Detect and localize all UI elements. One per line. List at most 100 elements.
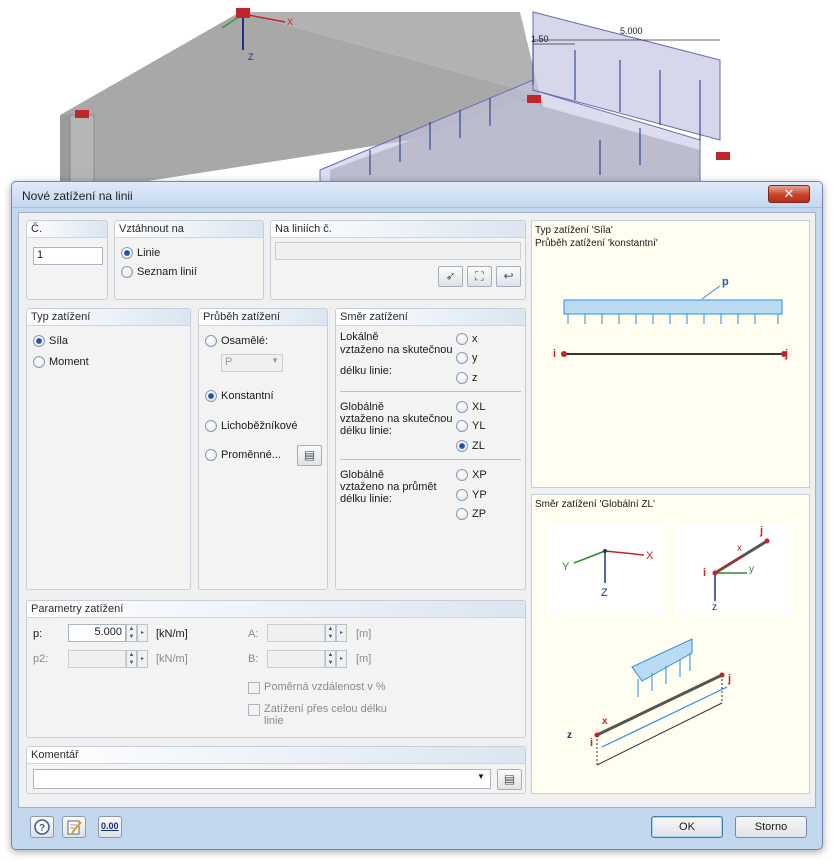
relate-line-list-radio[interactable]: [121, 266, 133, 278]
model-3d-view: [60, 8, 730, 191]
dir-yl-radio[interactable]: [456, 420, 468, 432]
axis-x-label: X: [287, 17, 294, 27]
dir-xp-radio[interactable]: [456, 469, 468, 481]
dir-x-radio[interactable]: [456, 333, 468, 345]
undo-selection-icon[interactable]: ↩: [496, 266, 521, 287]
p-menu-arrow[interactable]: ▸: [137, 624, 148, 642]
dist-variable-radio[interactable]: [205, 449, 217, 461]
preview-type-line1: Typ zatížení 'Síla': [535, 225, 613, 236]
relate-line-radio[interactable]: [121, 247, 133, 259]
local-i-label: i: [703, 567, 707, 579]
cancel-button[interactable]: Storno: [735, 816, 807, 838]
ok-button[interactable]: OK: [651, 816, 723, 838]
b-label: B:: [248, 653, 259, 665]
units-icon[interactable]: 0.00: [98, 816, 122, 838]
p2-input[interactable]: [68, 650, 126, 668]
edit-notes-icon[interactable]: [62, 816, 86, 838]
b-unit: [m]: [356, 653, 372, 665]
a-spinner[interactable]: ▲ ▼: [325, 624, 336, 642]
dir-local-line1: Lokálně: [340, 331, 379, 343]
preview-direction-title: Směr zatížení 'Globální ZL': [535, 499, 655, 510]
load-type-preview: Typ zatížení 'Síla' Průběh zatížení 'kon…: [531, 220, 810, 488]
preview-type-line2: Průběh zatížení 'konstantní': [535, 238, 658, 249]
dir-yl-label: YL: [472, 420, 486, 432]
relate-line-list-label: Seznam linií: [137, 266, 197, 278]
dir-global-line2: vztaženo na skutečnou: [340, 413, 453, 425]
dist-variable-label: Proměnné...: [221, 449, 281, 461]
global-axes-panel: X Y Z: [548, 523, 664, 615]
load-distribution-group: Průběh zatížení Osamělé: P ▼ Konstantní …: [198, 308, 328, 590]
pick-line-icon[interactable]: ➶: [438, 266, 463, 287]
dialog-titlebar[interactable]: Nové zatížení na linii ✕: [12, 182, 822, 208]
p-spinner[interactable]: ▲ ▼: [126, 624, 137, 642]
dir-y-label: y: [472, 352, 478, 364]
b-menu-arrow[interactable]: ▸: [336, 650, 347, 668]
local-axes-diagram: [712, 538, 770, 601]
b-input[interactable]: [267, 650, 325, 668]
global-y-label: Y: [562, 561, 570, 573]
load-distribution-title: Průběh zatížení: [199, 309, 327, 326]
lines-input[interactable]: [275, 242, 521, 260]
dir-y-radio[interactable]: [456, 352, 468, 364]
dir-zl-label: ZL: [472, 440, 485, 452]
load-direction-group: Směr zatížení Lokálně vztaženo na skuteč…: [335, 308, 526, 590]
dist-single-label: Osamělé:: [221, 335, 269, 347]
help-icon[interactable]: ?: [30, 816, 54, 838]
on-lines-group: Na liniích č. ➶ ⛶ ↩: [270, 220, 526, 300]
axis-z-label: Z: [248, 52, 254, 62]
local-axes-panel: x y z i j: [675, 523, 791, 615]
p-input[interactable]: 5.000: [68, 624, 126, 642]
comment-title: Komentář: [27, 747, 525, 764]
dir-z-label: z: [472, 372, 478, 384]
full-length-line2: linie: [264, 715, 284, 727]
load-type-moment-label: Moment: [49, 356, 89, 368]
edit-variable-icon[interactable]: ▤: [297, 445, 322, 466]
global-z-label: Z: [601, 587, 608, 599]
load-params-group: Parametry zatížení p: 5.000 ▲ ▼ ▸ [kN/m] …: [26, 600, 526, 738]
a-input[interactable]: [267, 624, 325, 642]
dist-trapezoid-label: Lichoběžníkové: [221, 420, 298, 432]
close-button[interactable]: ✕: [768, 185, 810, 203]
dist-trapezoid-radio[interactable]: [205, 420, 217, 432]
relative-distance-checkbox[interactable]: [248, 682, 260, 694]
model-viewport[interactable]: Z X 1.50 5.000: [0, 0, 839, 191]
full-length-checkbox[interactable]: [248, 704, 260, 716]
preview-j-label: j: [785, 348, 789, 360]
dir-z-radio[interactable]: [456, 372, 468, 384]
pick-multiple-icon[interactable]: ⛶: [467, 266, 492, 287]
edit-notes-icon-glyph: [67, 820, 82, 835]
comment-library-icon[interactable]: ▤: [497, 769, 522, 790]
dist-constant-radio[interactable]: [205, 390, 217, 402]
b-spinner[interactable]: ▲ ▼: [325, 650, 336, 668]
dist-single-select[interactable]: P ▼: [221, 354, 283, 372]
chevron-down-icon: ▼: [271, 356, 279, 365]
dir-yp-label: YP: [472, 489, 487, 501]
dir-separator-1: [340, 391, 521, 392]
p2-spinner[interactable]: ▲ ▼: [126, 650, 137, 668]
load-type-moment-radio[interactable]: [33, 356, 45, 368]
new-line-load-dialog: Nové zatížení na linii ✕ Č. 1 Vztáhnout …: [11, 181, 823, 850]
global-x-label: X: [646, 550, 654, 562]
dir-xl-radio[interactable]: [456, 401, 468, 413]
number-input[interactable]: 1: [33, 247, 103, 265]
dir-proj-line2: vztaženo na průmět: [340, 481, 437, 493]
p-label: p:: [33, 628, 43, 640]
help-icon-glyph: ?: [34, 819, 50, 835]
dir-yp-radio[interactable]: [456, 489, 468, 501]
p-unit: [kN/m]: [156, 628, 188, 640]
relate-line-label: Linie: [137, 247, 161, 259]
load-type-group: Typ zatížení Síla Moment: [26, 308, 191, 590]
p2-label: p2:: [33, 653, 49, 665]
comment-input[interactable]: [33, 769, 491, 789]
dir-zp-label: ZP: [472, 508, 487, 520]
comment-dropdown-chevron-icon[interactable]: ▼: [477, 772, 485, 781]
dir-zp-radio[interactable]: [456, 508, 468, 520]
dir-zl-radio[interactable]: [456, 440, 468, 452]
load-type-force-radio[interactable]: [33, 335, 45, 347]
zl-x-label: x: [602, 716, 608, 727]
load-direction-title: Směr zatížení: [336, 309, 525, 326]
a-menu-arrow[interactable]: ▸: [336, 624, 347, 642]
p2-menu-arrow[interactable]: ▸: [137, 650, 148, 668]
dist-single-radio[interactable]: [205, 335, 217, 347]
zl-z-label: z: [567, 730, 572, 741]
